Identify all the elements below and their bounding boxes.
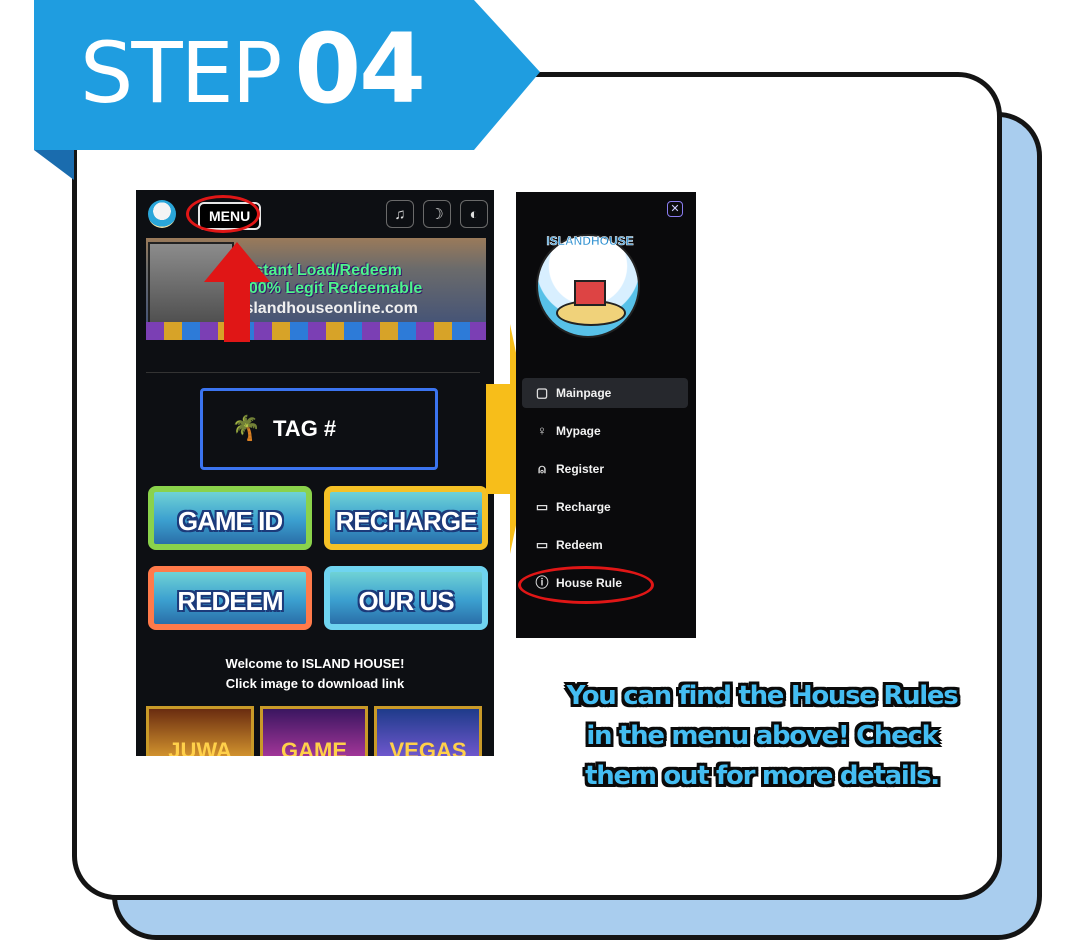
thumb-label: GAME [281,738,347,757]
menu-item-register[interactable]: ⍝ Register [522,454,688,484]
menu-item-label: Mypage [556,424,601,438]
bell-icon[interactable]: ♫ [386,200,414,228]
logo-text: ISLANDHOUSE [546,234,634,249]
menu-item-label: Redeem [556,538,603,552]
phone-screenshot: MENU ♫ ☽ ◐ Instant Load/Redeem 100% Legi… [136,190,494,756]
welcome-text: Welcome to ISLAND HOUSE! Click image to … [136,654,494,694]
caption-line-1: You can find the House Rules [566,681,959,711]
logout-icon[interactable]: ◐ [460,200,488,228]
welcome-line-2: Click image to download link [225,676,405,691]
menu-item-recharge[interactable]: ▭ Recharge [522,492,688,522]
caption-line-3: them out for more details. [585,761,940,791]
menu-item-mypage[interactable]: ♀ Mypage [522,416,688,446]
wallet-icon: ▭ [535,499,549,514]
close-icon[interactable]: ✕ [667,201,683,217]
game-thumbnail[interactable]: VEGAS [374,706,482,756]
menu-highlight-circle [186,195,260,233]
hut-icon [574,280,606,306]
thumb-label: VEGAS [389,738,467,757]
recharge-button[interactable]: RECHARGE [324,486,488,550]
game-thumbnail[interactable]: GAME [260,706,368,756]
redeem-button[interactable]: REDEEM [148,566,312,630]
step-title: STEP 04 [80,13,426,128]
promo-banner[interactable]: Instant Load/Redeem 100% Legit Redeemabl… [146,238,486,340]
island-house-logo: ISLANDHOUSE [536,234,640,338]
menu-item-label: Mainpage [556,386,612,400]
caption-line-2: in the menu above! Check [586,721,938,751]
step-word: STEP [80,24,282,122]
bag-icon: ▢ [535,385,549,400]
thumb-label: JUWA [168,738,232,757]
divider [146,372,480,373]
moon-icon[interactable]: ☽ [423,200,451,228]
site-logo-icon[interactable] [148,200,176,228]
card-icon: ▭ [535,537,549,552]
house-rule-highlight-circle [518,566,654,604]
user-edit-icon: ♀ [537,423,547,438]
game-thumbnail[interactable]: JUWA [146,706,254,756]
our-us-button[interactable]: OUR US [324,566,488,630]
step-number: 04 [294,13,426,125]
red-up-arrow-icon [204,242,270,342]
tag-label: TAG # [273,416,337,441]
user-icon: ⍝ [538,461,546,476]
promo-game-strip [146,322,486,340]
menu-item-label: Register [556,462,605,476]
phone-topbar: MENU ♫ ☽ ◐ [136,190,494,238]
menu-item-redeem[interactable]: ▭ Redeem [522,530,688,560]
welcome-line-1: Welcome to ISLAND HOUSE! [225,656,405,671]
menu-item-mainpage[interactable]: ▢ Mainpage [522,378,688,408]
menu-item-label: Recharge [556,500,611,514]
palm-tree-icon: 🌴 [231,415,261,442]
tag-box[interactable]: 🌴 TAG # [200,388,438,470]
instruction-caption: You can find the House Rules in the menu… [508,676,1016,796]
game-id-button[interactable]: GAME ID [148,486,312,550]
